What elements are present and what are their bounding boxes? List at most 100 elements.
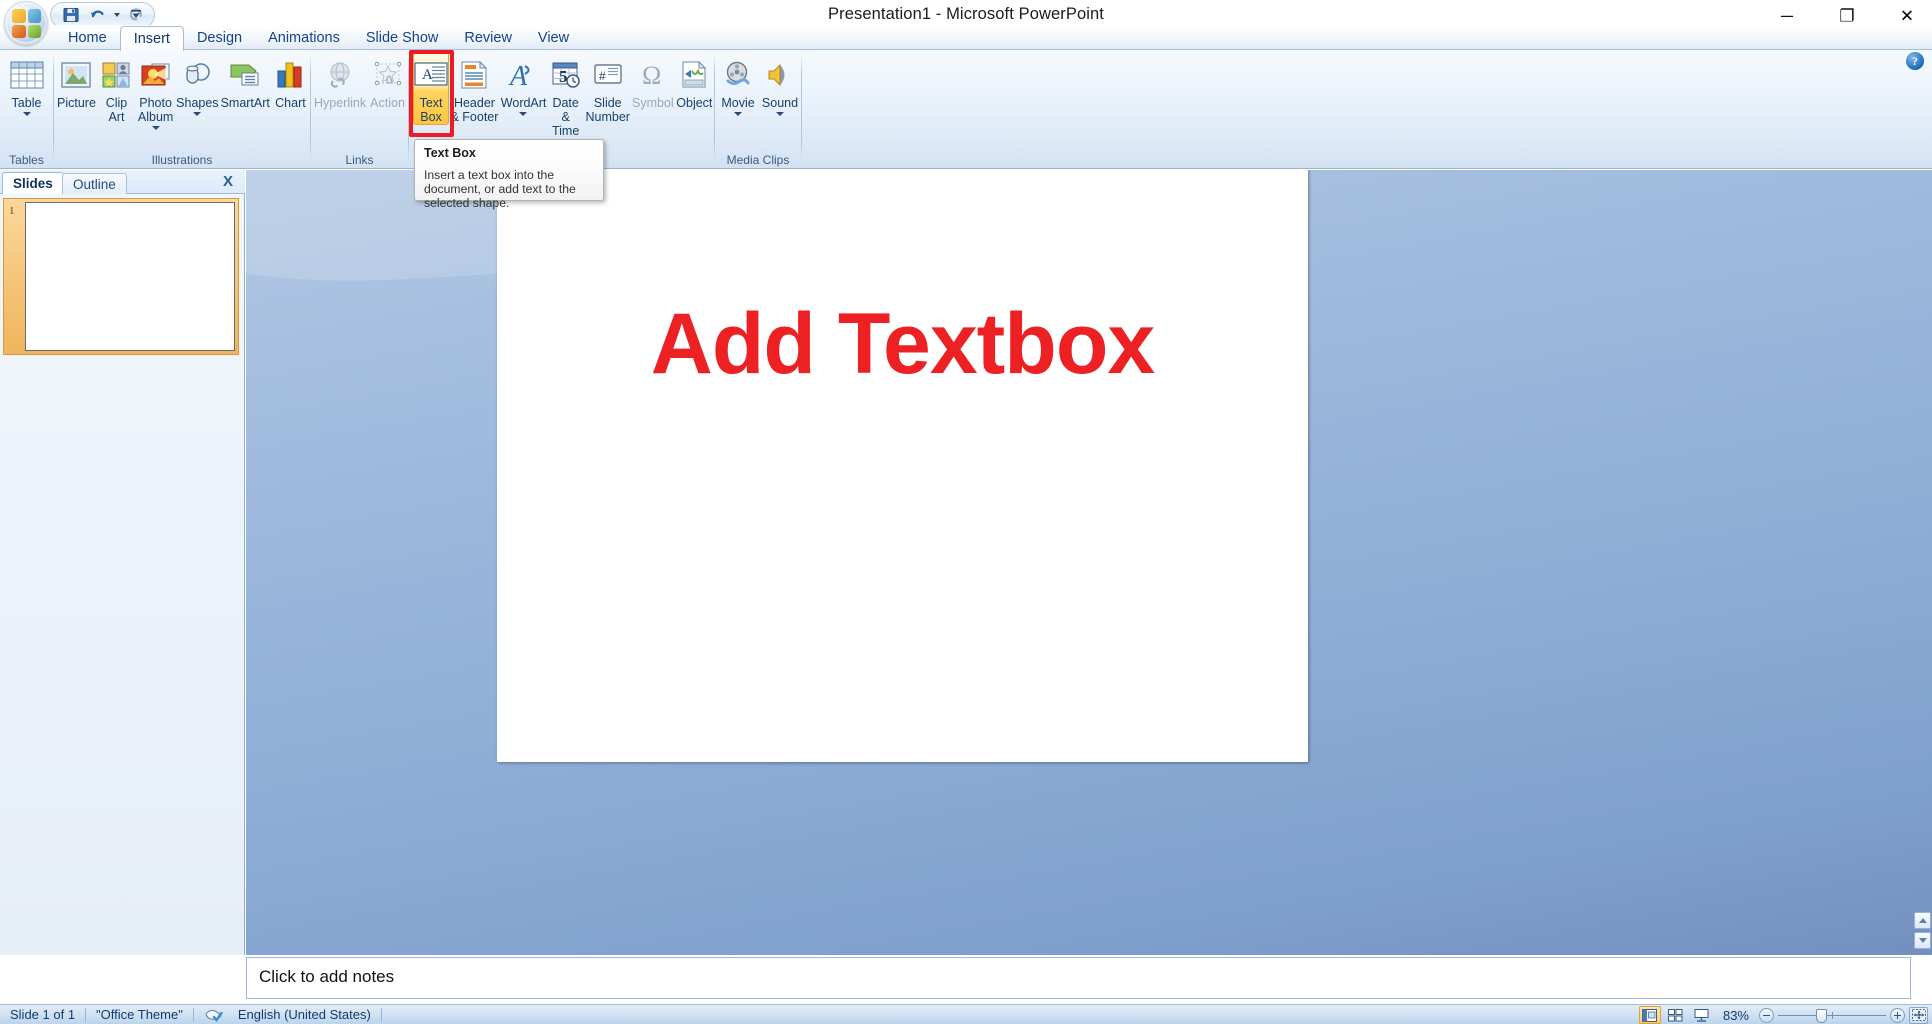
slide-thumbnail-number: 1 <box>9 205 15 217</box>
shapes-button-label: Shapes <box>176 96 219 110</box>
wordart-button[interactable]: A WordArt <box>500 52 547 118</box>
object-button-label: Object <box>676 96 713 110</box>
date-time-button[interactable]: 5 Date & Time <box>547 52 585 139</box>
date-time-button-label: Date & Time <box>551 96 580 138</box>
office-button[interactable] <box>4 1 48 45</box>
tab-home[interactable]: Home <box>55 26 120 50</box>
zoom-slider[interactable] <box>1778 1008 1886 1023</box>
action-button-label: Action <box>370 96 405 110</box>
notes-placeholder: Click to add notes <box>259 967 395 986</box>
hyperlink-button[interactable]: Hyperlink <box>313 52 367 118</box>
office-logo-icon <box>12 9 41 38</box>
zoom-level[interactable]: 83% <box>1717 1008 1755 1023</box>
tooltip-body: Insert a text box into the document, or … <box>424 168 576 210</box>
undo-dropdown-button[interactable] <box>111 4 122 26</box>
fit-slide-to-window-icon <box>1911 1009 1926 1021</box>
normal-view-icon <box>1642 1008 1658 1022</box>
tab-slides-label: Slides <box>13 175 53 191</box>
slide-sorter-button[interactable] <box>1665 1006 1687 1024</box>
chevron-down-icon <box>776 112 784 116</box>
tab-insert[interactable]: Insert <box>119 26 184 51</box>
slide-thumbnail-1[interactable]: 1 <box>3 198 239 355</box>
window-title: Presentation1 - Microsoft PowerPoint <box>828 5 1104 23</box>
fit-slide-to-window-button[interactable] <box>1909 1006 1928 1024</box>
ribbon-group-illustrations: Picture Clip Art Photo Album Shapes Smar… <box>54 52 310 168</box>
table-button-label: Table <box>11 96 42 110</box>
tab-animations-label: Animations <box>268 30 340 46</box>
vertical-scrollbar[interactable] <box>1914 170 1932 955</box>
movie-button[interactable]: Movie <box>717 52 759 118</box>
photo-album-button[interactable]: Photo Album <box>136 52 175 131</box>
table-button[interactable]: Table <box>0 52 53 118</box>
tab-slide-show-label: Slide Show <box>365 30 439 46</box>
slide-show-button[interactable] <box>1691 1006 1713 1024</box>
spellcheck-status[interactable] <box>194 1005 234 1024</box>
action-button[interactable]: Action <box>367 52 408 118</box>
minimize-button[interactable]: ─ <box>1772 4 1802 28</box>
ribbon-group-tables: Table Tables <box>0 52 53 168</box>
slide-thumbnail-preview <box>25 202 235 351</box>
chevron-down-icon <box>193 112 202 116</box>
picture-button[interactable]: Picture <box>56 52 97 118</box>
tab-slide-show[interactable]: Slide Show <box>353 26 452 50</box>
hyperlink-icon <box>324 57 356 93</box>
slide-counter[interactable]: Slide 1 of 1 <box>0 1005 85 1024</box>
language-status[interactable]: English (United States) <box>234 1005 381 1024</box>
slides-outline-pane: Slides Outline X 1 <box>0 170 245 955</box>
slide-textbox-text[interactable]: Add Textbox <box>497 295 1308 394</box>
tab-animations[interactable]: Animations <box>255 26 353 50</box>
status-bar-right: 83% <box>1638 1005 1928 1024</box>
hyperlink-button-label: Hyperlink <box>314 96 367 110</box>
shapes-button[interactable]: Shapes <box>175 52 219 118</box>
slides-outline-tabstrip: Slides Outline X <box>0 170 245 194</box>
slide-canvas[interactable]: Add Textbox <box>497 170 1308 762</box>
tab-outline[interactable]: Outline <box>62 173 127 194</box>
theme-name[interactable]: "Office Theme" <box>86 1005 193 1024</box>
smartart-button[interactable]: SmartArt <box>220 52 271 118</box>
slide-show-icon <box>1694 1008 1709 1022</box>
zoom-slider-tick <box>1832 1011 1833 1019</box>
clip-art-button[interactable]: Clip Art <box>97 52 136 125</box>
scroll-up-button[interactable] <box>1914 912 1931 929</box>
chart-button[interactable]: Chart <box>271 52 310 118</box>
close-pane-button[interactable]: X <box>219 172 237 190</box>
shapes-icon <box>181 57 213 93</box>
zoom-in-button[interactable] <box>1890 1007 1905 1023</box>
scroll-down-button[interactable] <box>1914 932 1931 949</box>
object-button[interactable]: Object <box>675 52 714 118</box>
triangle-down-icon <box>1918 938 1927 943</box>
undo-button[interactable] <box>85 4 109 26</box>
close-button[interactable]: ✕ <box>1892 4 1922 28</box>
wordart-icon: A <box>508 57 538 93</box>
tab-review[interactable]: Review <box>451 26 525 50</box>
slide-sorter-icon <box>1668 1008 1683 1021</box>
date-time-icon: 5 <box>551 57 581 93</box>
symbol-button-label: Symbol <box>631 96 674 110</box>
clip-art-button-label: Clip Art <box>105 96 128 124</box>
restore-button[interactable]: ❐ <box>1832 4 1862 28</box>
customize-quick-access-toolbar-button[interactable] <box>128 4 144 24</box>
tab-design[interactable]: Design <box>184 26 255 50</box>
symbol-button[interactable]: Ω Symbol <box>631 52 675 118</box>
chevron-down-icon <box>734 112 742 116</box>
chevron-down-icon <box>151 126 160 130</box>
chart-icon <box>274 57 306 93</box>
text-box-button[interactable]: A Text Box <box>413 52 450 125</box>
normal-view-button[interactable] <box>1638 1006 1661 1024</box>
zoom-out-button[interactable] <box>1759 1007 1774 1023</box>
header-footer-button[interactable]: Header & Footer <box>449 52 500 125</box>
help-button[interactable]: ? <box>1906 52 1924 70</box>
tab-view-label: View <box>537 30 570 46</box>
save-icon <box>63 8 79 22</box>
notes-pane[interactable]: Click to add notes <box>246 957 1911 999</box>
sound-button[interactable]: Sound <box>759 52 801 118</box>
picture-icon <box>60 57 92 93</box>
header-footer-icon <box>459 57 489 93</box>
zoom-slider-thumb[interactable] <box>1816 1008 1827 1023</box>
clip-art-icon <box>100 57 132 93</box>
save-button[interactable] <box>59 4 83 26</box>
tab-view[interactable]: View <box>525 26 582 50</box>
svg-text:#: # <box>599 69 606 83</box>
tab-slides[interactable]: Slides <box>2 172 64 194</box>
slide-number-button[interactable]: # Slide Number <box>585 52 631 125</box>
